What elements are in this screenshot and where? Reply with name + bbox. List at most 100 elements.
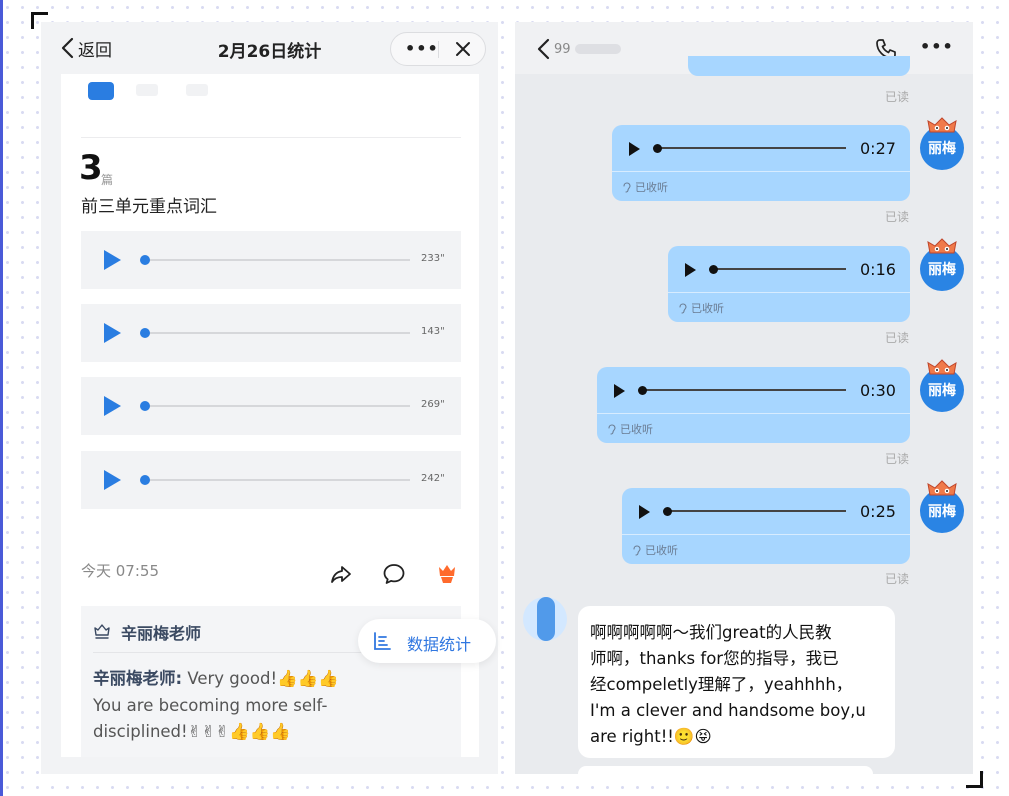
voice-duration: 0:27 — [860, 139, 896, 158]
audio-item[interactable]: 269" — [81, 377, 461, 435]
audio-item[interactable]: 143" — [81, 304, 461, 362]
heard-label: 已收听 — [620, 423, 653, 436]
voice-divider — [668, 292, 910, 293]
audio-duration: 242" — [421, 473, 445, 484]
voice-progress-track[interactable] — [645, 389, 846, 391]
voice-progress-handle[interactable] — [663, 507, 672, 516]
voice-divider — [612, 171, 910, 172]
read-receipt: 已读 — [885, 210, 910, 224]
chevron-left-icon — [537, 38, 550, 60]
comment-body: 辛丽梅老师: Very good!👍👍👍 You are becoming mo… — [93, 666, 453, 746]
message-line: are right!!🙂😝 — [590, 727, 712, 746]
voice-progress-handle[interactable] — [709, 265, 718, 274]
share-icon[interactable] — [329, 562, 353, 586]
avatar[interactable]: 丽梅 — [920, 359, 964, 412]
audio-progress-handle[interactable] — [140, 328, 150, 338]
audio-progress-handle[interactable] — [140, 475, 150, 485]
audio-item[interactable]: 233" — [81, 231, 461, 289]
mascot-icon — [927, 359, 957, 375]
voice-message[interactable]: 0:16 已收听 — [668, 246, 910, 322]
mascot-icon — [927, 238, 957, 254]
audio-duration: 269" — [421, 399, 445, 410]
statistics-icon — [374, 632, 391, 650]
comment-line: disciplined!✌✌✌👍👍👍 — [93, 722, 291, 741]
ear-icon — [608, 423, 616, 435]
incoming-message[interactable]: 啊啊啊啊啊～我们great的人民教 师啊，thanks for您的指导，我已 经… — [578, 606, 895, 758]
play-icon[interactable] — [104, 250, 121, 270]
comment-header-name: 辛丽梅老师 — [121, 624, 202, 643]
audio-progress-track[interactable] — [148, 332, 410, 334]
audio-progress-track[interactable] — [148, 259, 410, 261]
tab-placeholder — [136, 84, 158, 96]
play-icon[interactable] — [614, 384, 625, 398]
avatar[interactable]: 丽梅 — [920, 480, 964, 533]
voice-progress-handle[interactable] — [638, 386, 647, 395]
avatar[interactable]: 丽梅 — [920, 238, 964, 291]
ear-icon — [679, 302, 687, 314]
more-options-button[interactable]: ••• — [405, 39, 439, 58]
voice-progress-track[interactable] — [670, 510, 846, 512]
heard-status: 已收听 — [607, 421, 653, 437]
contact-avatar[interactable] — [523, 597, 567, 641]
list-title: 前三单元重点词汇 — [81, 197, 217, 217]
voice-progress-handle[interactable] — [653, 144, 662, 153]
comment-icon[interactable] — [382, 562, 406, 586]
stats-header: 返回 2月26日统计 ••• — [41, 22, 498, 74]
audio-progress-track[interactable] — [148, 405, 410, 407]
voice-message[interactable]: 0:25 已收听 — [622, 488, 910, 564]
divider — [81, 137, 461, 138]
avatar-name: 丽梅 — [928, 262, 956, 278]
chat-panel: 99 ••• 已读 0:27 已收听 丽梅 已读 0:16 已收听 丽梅 已读 … — [515, 22, 973, 774]
avatar-name: 丽梅 — [928, 504, 956, 520]
close-icon[interactable] — [455, 41, 471, 57]
tab-placeholder — [186, 84, 208, 96]
contact-name: 99 — [554, 41, 571, 57]
chat-more-button[interactable]: ••• — [920, 37, 954, 56]
voice-divider — [597, 413, 910, 414]
ear-icon — [633, 544, 641, 556]
avatar[interactable]: 丽梅 — [920, 117, 964, 170]
chat-back-button[interactable]: 99 — [537, 38, 621, 60]
play-icon[interactable] — [685, 263, 696, 277]
voice-divider — [622, 534, 910, 535]
audio-progress-handle[interactable] — [140, 255, 150, 265]
comment-line: 辛丽梅老师: Very good!👍👍👍 — [93, 666, 453, 693]
avatar-name: 丽梅 — [928, 141, 956, 157]
heard-label: 已收听 — [691, 302, 724, 315]
heard-status: 已收听 — [632, 542, 678, 558]
voice-progress-track[interactable] — [716, 268, 846, 270]
heard-label: 已收听 — [645, 544, 678, 557]
mascot-icon — [927, 117, 957, 133]
audio-progress-track[interactable] — [148, 479, 410, 481]
panel-bottom — [41, 757, 498, 774]
read-receipt: 已读 — [885, 452, 910, 466]
tab-indicator[interactable] — [88, 82, 114, 100]
read-receipt: 已读 — [885, 90, 910, 104]
comment-line: You are becoming more self- — [93, 695, 328, 715]
data-statistics-button[interactable]: 数据统计 — [358, 619, 496, 663]
voice-message[interactable]: 0:27 已收听 — [612, 125, 910, 201]
avatar-blur — [537, 597, 555, 641]
audio-progress-handle[interactable] — [140, 401, 150, 411]
voice-duration: 0:30 — [860, 381, 896, 400]
message-text: 啊啊啊啊啊～我们great的人民教 师啊，thanks for您的指导，我已 经… — [590, 620, 886, 750]
play-icon[interactable] — [104, 470, 121, 490]
flower-icon[interactable] — [435, 562, 459, 586]
voice-message[interactable]: 0:30 已收听 — [597, 367, 910, 443]
play-icon[interactable] — [629, 142, 640, 156]
previous-message-fragment — [688, 56, 910, 76]
voice-duration: 0:25 — [860, 502, 896, 521]
heard-label: 已收听 — [635, 181, 668, 194]
comment-text: Very good!👍👍👍 — [182, 669, 339, 688]
ear-icon — [623, 181, 631, 193]
play-icon[interactable] — [639, 505, 650, 519]
heard-status: 已收听 — [678, 300, 724, 316]
play-icon[interactable] — [104, 323, 121, 343]
mascot-icon — [927, 480, 957, 496]
audio-duration: 233" — [421, 253, 445, 264]
play-icon[interactable] — [104, 396, 121, 416]
voice-progress-track[interactable] — [660, 147, 846, 149]
data-statistics-label: 数据统计 — [407, 635, 472, 654]
audio-item[interactable]: 242" — [81, 451, 461, 509]
comment-author: 辛丽梅老师: — [93, 669, 183, 688]
